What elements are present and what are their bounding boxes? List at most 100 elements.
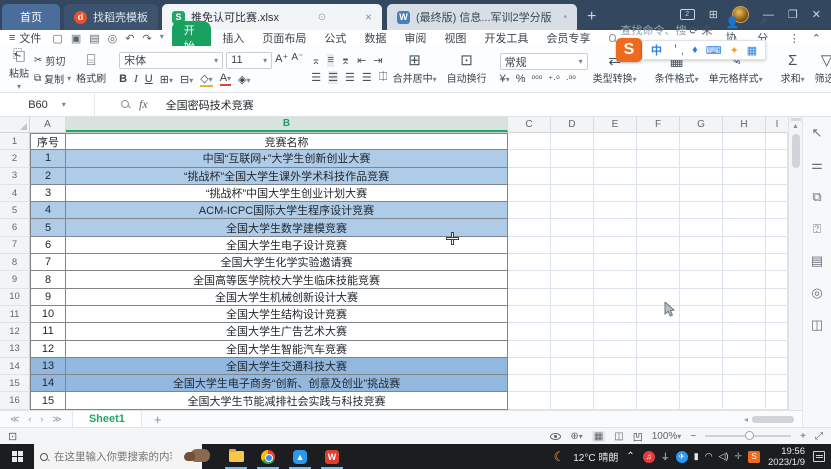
cell-b[interactable]: 全国大学生智能汽车竞赛 xyxy=(66,341,508,358)
empty-cell[interactable] xyxy=(551,271,594,288)
cell-a[interactable]: 序号 xyxy=(30,133,66,150)
volume-icon[interactable]: ◁) xyxy=(719,451,729,462)
export-panel-icon[interactable]: ⧉ xyxy=(812,189,821,205)
row-header[interactable]: 13 xyxy=(0,341,30,358)
empty-cell[interactable] xyxy=(680,289,723,306)
cell-a[interactable]: 1 xyxy=(30,150,66,167)
zoom-out-icon[interactable]: − xyxy=(690,431,696,442)
empty-cell[interactable] xyxy=(637,150,680,167)
filter-button[interactable]: ▽ 筛选▾ xyxy=(810,49,831,89)
empty-cell[interactable] xyxy=(551,392,594,409)
wps-button[interactable]: W xyxy=(316,444,348,469)
empty-cell[interactable] xyxy=(766,323,788,340)
row-header[interactable]: 9 xyxy=(0,271,30,288)
underline-button[interactable]: U xyxy=(145,73,153,85)
pointer-tool-icon[interactable]: ↖ xyxy=(812,125,823,141)
empty-cell[interactable] xyxy=(766,150,788,167)
italic-button[interactable]: I xyxy=(134,73,138,85)
cell-a[interactable]: 9 xyxy=(30,289,66,306)
chrome-button[interactable] xyxy=(252,444,284,469)
row-header[interactable]: 8 xyxy=(0,254,30,271)
cell-b[interactable]: 全国大学生电子设计竞赛 xyxy=(66,237,508,254)
focus-mode-icon[interactable]: ⊕▾ xyxy=(570,431,582,442)
mic-icon[interactable]: ⏚ xyxy=(661,450,670,463)
tab-insert[interactable]: 插入 xyxy=(213,30,253,46)
empty-cell[interactable] xyxy=(766,254,788,271)
font-color-icon[interactable]: A▾ xyxy=(220,72,231,86)
fill-color-icon[interactable]: ◇▾ xyxy=(200,72,212,87)
row-header[interactable]: 2 xyxy=(0,150,30,167)
wrap-text-button[interactable]: ⊡ 自动换行 xyxy=(442,49,492,89)
view-normal-icon[interactable]: ▦ xyxy=(592,431,605,442)
empty-cell[interactable] xyxy=(508,341,551,358)
empty-cell[interactable] xyxy=(723,341,766,358)
empty-cell[interactable] xyxy=(508,254,551,271)
more-icon[interactable]: ⋮ xyxy=(789,32,800,45)
netease-music-icon[interactable]: ♫ xyxy=(643,451,655,463)
cell-b[interactable]: “挑战杯”中国大学生创业计划大赛 xyxy=(66,185,508,202)
pin-icon[interactable]: ⊙ xyxy=(318,12,326,23)
font-size-select[interactable]: 11▾ xyxy=(226,52,272,69)
empty-cell[interactable] xyxy=(680,323,723,340)
empty-cell[interactable] xyxy=(637,237,680,254)
empty-cell[interactable] xyxy=(508,323,551,340)
empty-cell[interactable] xyxy=(723,271,766,288)
empty-cell[interactable] xyxy=(723,237,766,254)
empty-cell[interactable] xyxy=(637,375,680,392)
number-format-select[interactable]: 常规▾ xyxy=(500,53,588,70)
empty-cell[interactable] xyxy=(508,150,551,167)
cell-a[interactable]: 6 xyxy=(30,237,66,254)
empty-cell[interactable] xyxy=(594,185,637,202)
empty-cell[interactable] xyxy=(508,392,551,409)
empty-cell[interactable] xyxy=(637,185,680,202)
scroll-up-icon[interactable]: ▲ xyxy=(789,123,802,130)
orientation-icon[interactable]: ⎅ xyxy=(379,71,388,84)
empty-cell[interactable] xyxy=(551,375,594,392)
empty-cell[interactable] xyxy=(637,358,680,375)
empty-cell[interactable] xyxy=(508,375,551,392)
notes-panel-icon[interactable]: ▤ xyxy=(811,253,823,269)
cell-a[interactable]: 13 xyxy=(30,358,66,375)
cell-b[interactable]: 全国大学生结构设计竞赛 xyxy=(66,306,508,323)
empty-cell[interactable] xyxy=(594,306,637,323)
empty-cell[interactable] xyxy=(680,392,723,409)
cell-a[interactable]: 12 xyxy=(30,341,66,358)
empty-cell[interactable] xyxy=(551,289,594,306)
align-middle-icon[interactable]: ≡ xyxy=(327,54,333,67)
cut-button[interactable]: ✂剪切 xyxy=(34,53,71,68)
empty-cell[interactable] xyxy=(766,289,788,306)
fullscreen-icon[interactable]: ⤢ xyxy=(815,431,823,442)
horizontal-scrollbar[interactable]: ◂ xyxy=(744,415,794,424)
row-header[interactable]: 16 xyxy=(0,392,30,409)
copy-button[interactable]: ⧉复制▾ xyxy=(34,71,71,86)
toolbar-settings-icon[interactable]: ⚌ xyxy=(811,157,823,173)
increase-font-icon[interactable]: A⁺ xyxy=(275,52,288,69)
empty-cell[interactable] xyxy=(723,254,766,271)
zoom-in-icon[interactable]: + xyxy=(800,431,806,442)
cell-b[interactable]: 全国大学生交通科技大赛 xyxy=(66,358,508,375)
empty-cell[interactable] xyxy=(508,237,551,254)
align-right-icon[interactable]: ☰ xyxy=(345,71,355,84)
taskbar-clock[interactable]: 19:56 2023/1/9 xyxy=(768,446,805,468)
cell-b[interactable]: 全国大学生广告艺术大赛 xyxy=(66,323,508,340)
empty-cell[interactable] xyxy=(594,237,637,254)
formula-bar-value[interactable]: 全国密码技术竞赛 xyxy=(166,97,254,113)
currency-format-icon[interactable]: ¥▾ xyxy=(500,73,510,85)
empty-cell[interactable] xyxy=(637,219,680,236)
empty-cell[interactable] xyxy=(508,271,551,288)
row-header[interactable]: 5 xyxy=(0,202,30,219)
empty-cell[interactable] xyxy=(723,289,766,306)
empty-cell[interactable] xyxy=(723,392,766,409)
ime-mode-indicator[interactable]: 中 xyxy=(651,42,662,58)
empty-cell[interactable] xyxy=(766,358,788,375)
decrease-font-icon[interactable]: A⁻ xyxy=(291,52,303,69)
tray-expand-icon[interactable]: ⌃ xyxy=(626,451,634,462)
empty-cell[interactable] xyxy=(594,341,637,358)
empty-cell[interactable] xyxy=(723,219,766,236)
percent-format-icon[interactable]: % xyxy=(516,73,526,85)
tab-dev-tools[interactable]: 开发工具 xyxy=(475,30,537,46)
weather-moon-icon[interactable]: ☾ xyxy=(554,449,566,465)
ime-punctuation-icon[interactable]: ＇, xyxy=(670,42,684,58)
empty-cell[interactable] xyxy=(723,185,766,202)
empty-cell[interactable] xyxy=(680,271,723,288)
